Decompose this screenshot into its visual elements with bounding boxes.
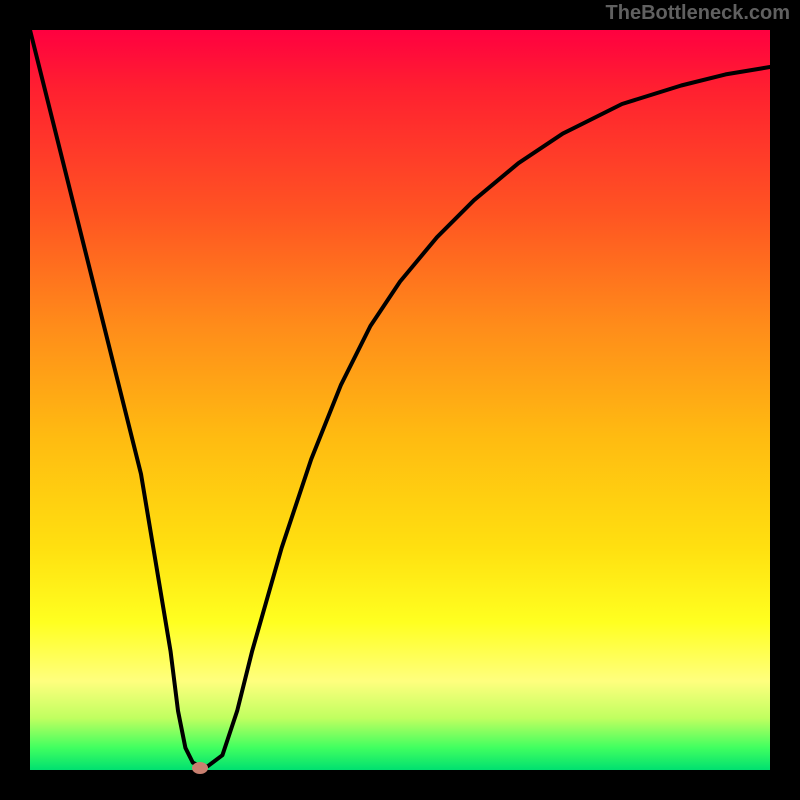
curve-line [30,30,770,770]
watermark-text: TheBottleneck.com [606,2,790,25]
chart-container: TheBottleneck.com [0,0,800,800]
minimum-marker [192,762,208,774]
plot-area [30,30,770,770]
curve-path [30,30,770,766]
